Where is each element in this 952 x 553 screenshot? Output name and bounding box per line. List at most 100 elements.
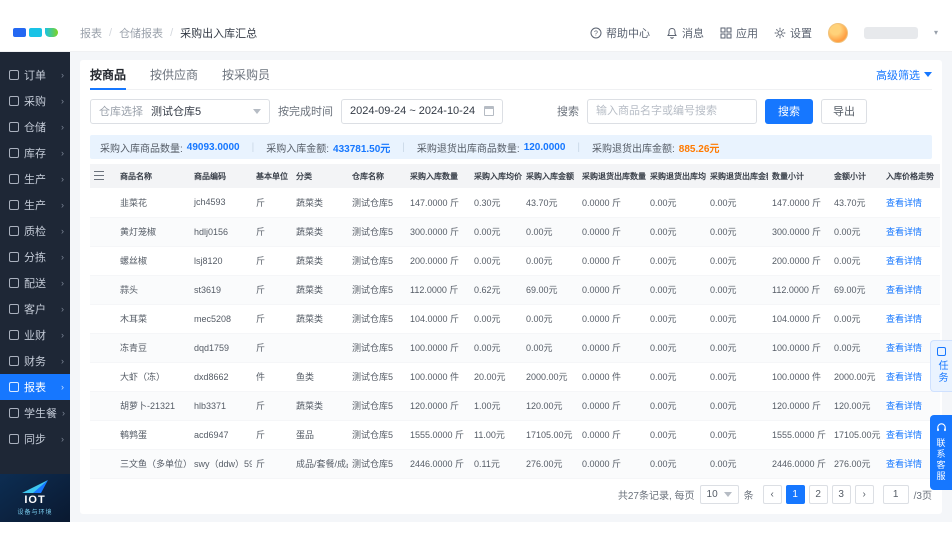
table-cell: 测试仓库5 xyxy=(348,391,406,420)
sidebar-item-purchase[interactable]: 采购› xyxy=(0,88,70,114)
page-size-value: 10 xyxy=(707,489,718,500)
customer-service-float-button[interactable]: 联系客服 xyxy=(930,415,952,490)
iot-logo: IOT 设备与环境 xyxy=(0,474,70,522)
sidebar-item-finance[interactable]: 财务› xyxy=(0,348,70,374)
summary-label: 采购入库金额: xyxy=(266,140,329,155)
time-filter-label: 按完成时间 xyxy=(278,103,333,119)
table-cell: 蔬菜类 xyxy=(292,246,348,275)
next-page-button[interactable]: › xyxy=(855,485,874,504)
table-cell: 100.0000 斤 xyxy=(768,333,830,362)
sidebar-item-sync[interactable]: 同步› xyxy=(0,426,70,452)
page-button-3[interactable]: 3 xyxy=(832,485,851,504)
table-cell: 0.00元 xyxy=(706,333,768,362)
table-row: 螺丝椒lsj8120斤蔬菜类测试仓库5200.0000 斤0.00元0.00元0… xyxy=(90,246,940,275)
sidebar-item-label: 订单 xyxy=(24,67,46,83)
view-detail-link[interactable]: 查看详情 xyxy=(886,314,922,324)
breadcrumb-item[interactable]: 采购出入库汇总 xyxy=(180,25,257,41)
sidebar-item-production-2[interactable]: 生产› xyxy=(0,192,70,218)
date-range-picker[interactable]: 2024-09-24 ~ 2024-10-24 xyxy=(341,99,503,124)
view-detail-link[interactable]: 查看详情 xyxy=(886,227,922,237)
bell-icon xyxy=(666,27,678,39)
table-cell: 0.00元 xyxy=(522,304,578,333)
view-detail-link[interactable]: 查看详情 xyxy=(886,343,922,353)
tab-by-supplier[interactable]: 按供应商 xyxy=(150,60,198,90)
trend-cell: 查看详情 xyxy=(882,246,940,275)
row-leading-cell xyxy=(90,420,116,449)
view-detail-link[interactable]: 查看详情 xyxy=(886,401,922,411)
column-settings-icon[interactable] xyxy=(94,171,104,180)
help-center-link[interactable]: ? 帮助中心 xyxy=(590,25,650,41)
table-cell: 276.00元 xyxy=(830,449,882,478)
prev-page-button[interactable]: ‹ xyxy=(763,485,782,504)
student-meal-icon xyxy=(9,408,19,418)
apps-link[interactable]: 应用 xyxy=(720,25,758,41)
tab-by-product[interactable]: 按商品 xyxy=(90,60,126,90)
trend-cell: 查看详情 xyxy=(882,217,940,246)
warehouse-select[interactable]: 仓库选择 测试仓库5 xyxy=(90,99,270,124)
table-cell: 17105.00元 xyxy=(830,420,882,449)
sidebar-item-business-finance[interactable]: 业财› xyxy=(0,322,70,348)
sidebar-item-student-meal[interactable]: 学生餐› xyxy=(0,400,70,426)
messages-link[interactable]: 消息 xyxy=(666,25,704,41)
view-detail-link[interactable]: 查看详情 xyxy=(886,256,922,266)
breadcrumb-item[interactable]: 报表 xyxy=(80,25,102,41)
view-detail-link[interactable]: 查看详情 xyxy=(886,372,922,382)
table-cell: jch4593 xyxy=(190,188,252,217)
task-icon xyxy=(937,347,946,356)
task-label: 任务 xyxy=(934,360,949,384)
chevron-down-icon[interactable]: ▾ xyxy=(934,28,938,37)
table-cell: 100.0000 件 xyxy=(406,362,470,391)
table-cell: lsj8120 xyxy=(190,246,252,275)
table-cell: 0.0000 斤 xyxy=(578,217,646,246)
app-logo[interactable] xyxy=(0,28,70,37)
advanced-filter-toggle[interactable]: 高级筛选 xyxy=(876,67,932,83)
table-cell: 斤 xyxy=(252,420,292,449)
table-cell: 0.00元 xyxy=(646,333,706,362)
table-cell: 胡萝卜-21321 xyxy=(116,391,190,420)
view-detail-link[interactable]: 查看详情 xyxy=(886,285,922,295)
page-size-select[interactable]: 10 xyxy=(700,485,739,504)
table-cell: 43.70元 xyxy=(522,188,578,217)
table-cell: 蒜头 xyxy=(116,275,190,304)
sidebar-item-orders[interactable]: 订单› xyxy=(0,62,70,88)
sidebar-item-sorting[interactable]: 分拣› xyxy=(0,244,70,270)
search-input[interactable] xyxy=(587,99,757,124)
table-cell: 0.00元 xyxy=(470,333,522,362)
sidebar-item-delivery[interactable]: 配送› xyxy=(0,270,70,296)
view-detail-link[interactable]: 查看详情 xyxy=(886,430,922,440)
page-button-1[interactable]: 1 xyxy=(786,485,805,504)
production-icon xyxy=(9,174,19,184)
view-detail-link[interactable]: 查看详情 xyxy=(886,459,922,469)
task-float-button[interactable]: 任务 xyxy=(930,340,952,392)
page-jump-input[interactable] xyxy=(883,485,909,504)
settings-link[interactable]: 设置 xyxy=(774,25,812,41)
header-actions: ? 帮助中心 消息 应用 设置 xyxy=(590,23,952,43)
export-button[interactable]: 导出 xyxy=(821,99,867,124)
chevron-down-icon xyxy=(253,109,261,114)
chevron-right-icon: › xyxy=(61,174,64,184)
table-cell: 147.0000 斤 xyxy=(768,188,830,217)
table-cell: 测试仓库5 xyxy=(348,449,406,478)
breadcrumb-item[interactable]: 仓储报表 xyxy=(119,25,163,41)
sidebar-item-inventory[interactable]: 库存› xyxy=(0,140,70,166)
table-cell: mec5208 xyxy=(190,304,252,333)
search-button[interactable]: 搜索 xyxy=(765,99,813,124)
headset-icon xyxy=(936,422,947,433)
table-cell: 120.00元 xyxy=(830,391,882,420)
sidebar-item-report[interactable]: 报表› xyxy=(0,374,70,400)
sidebar-item-warehouse[interactable]: 仓储› xyxy=(0,114,70,140)
table-cell: 冻青豆 xyxy=(116,333,190,362)
summary-bar: 采购入库商品数量:49093.0000|采购入库金额:433781.50元|采购… xyxy=(90,135,932,159)
view-detail-link[interactable]: 查看详情 xyxy=(886,198,922,208)
sidebar-item-production[interactable]: 生产› xyxy=(0,166,70,192)
table-cell: 斤 xyxy=(252,275,292,304)
table-cell: 0.00元 xyxy=(830,217,882,246)
column-header: 商品编码 xyxy=(190,164,252,188)
trend-cell: 查看详情 xyxy=(882,188,940,217)
table-cell: 木耳菜 xyxy=(116,304,190,333)
sidebar-item-customer[interactable]: 客户› xyxy=(0,296,70,322)
tab-by-buyer[interactable]: 按采购员 xyxy=(222,60,270,90)
avatar[interactable] xyxy=(828,23,848,43)
sidebar-item-quality-check[interactable]: 质检› xyxy=(0,218,70,244)
page-button-2[interactable]: 2 xyxy=(809,485,828,504)
